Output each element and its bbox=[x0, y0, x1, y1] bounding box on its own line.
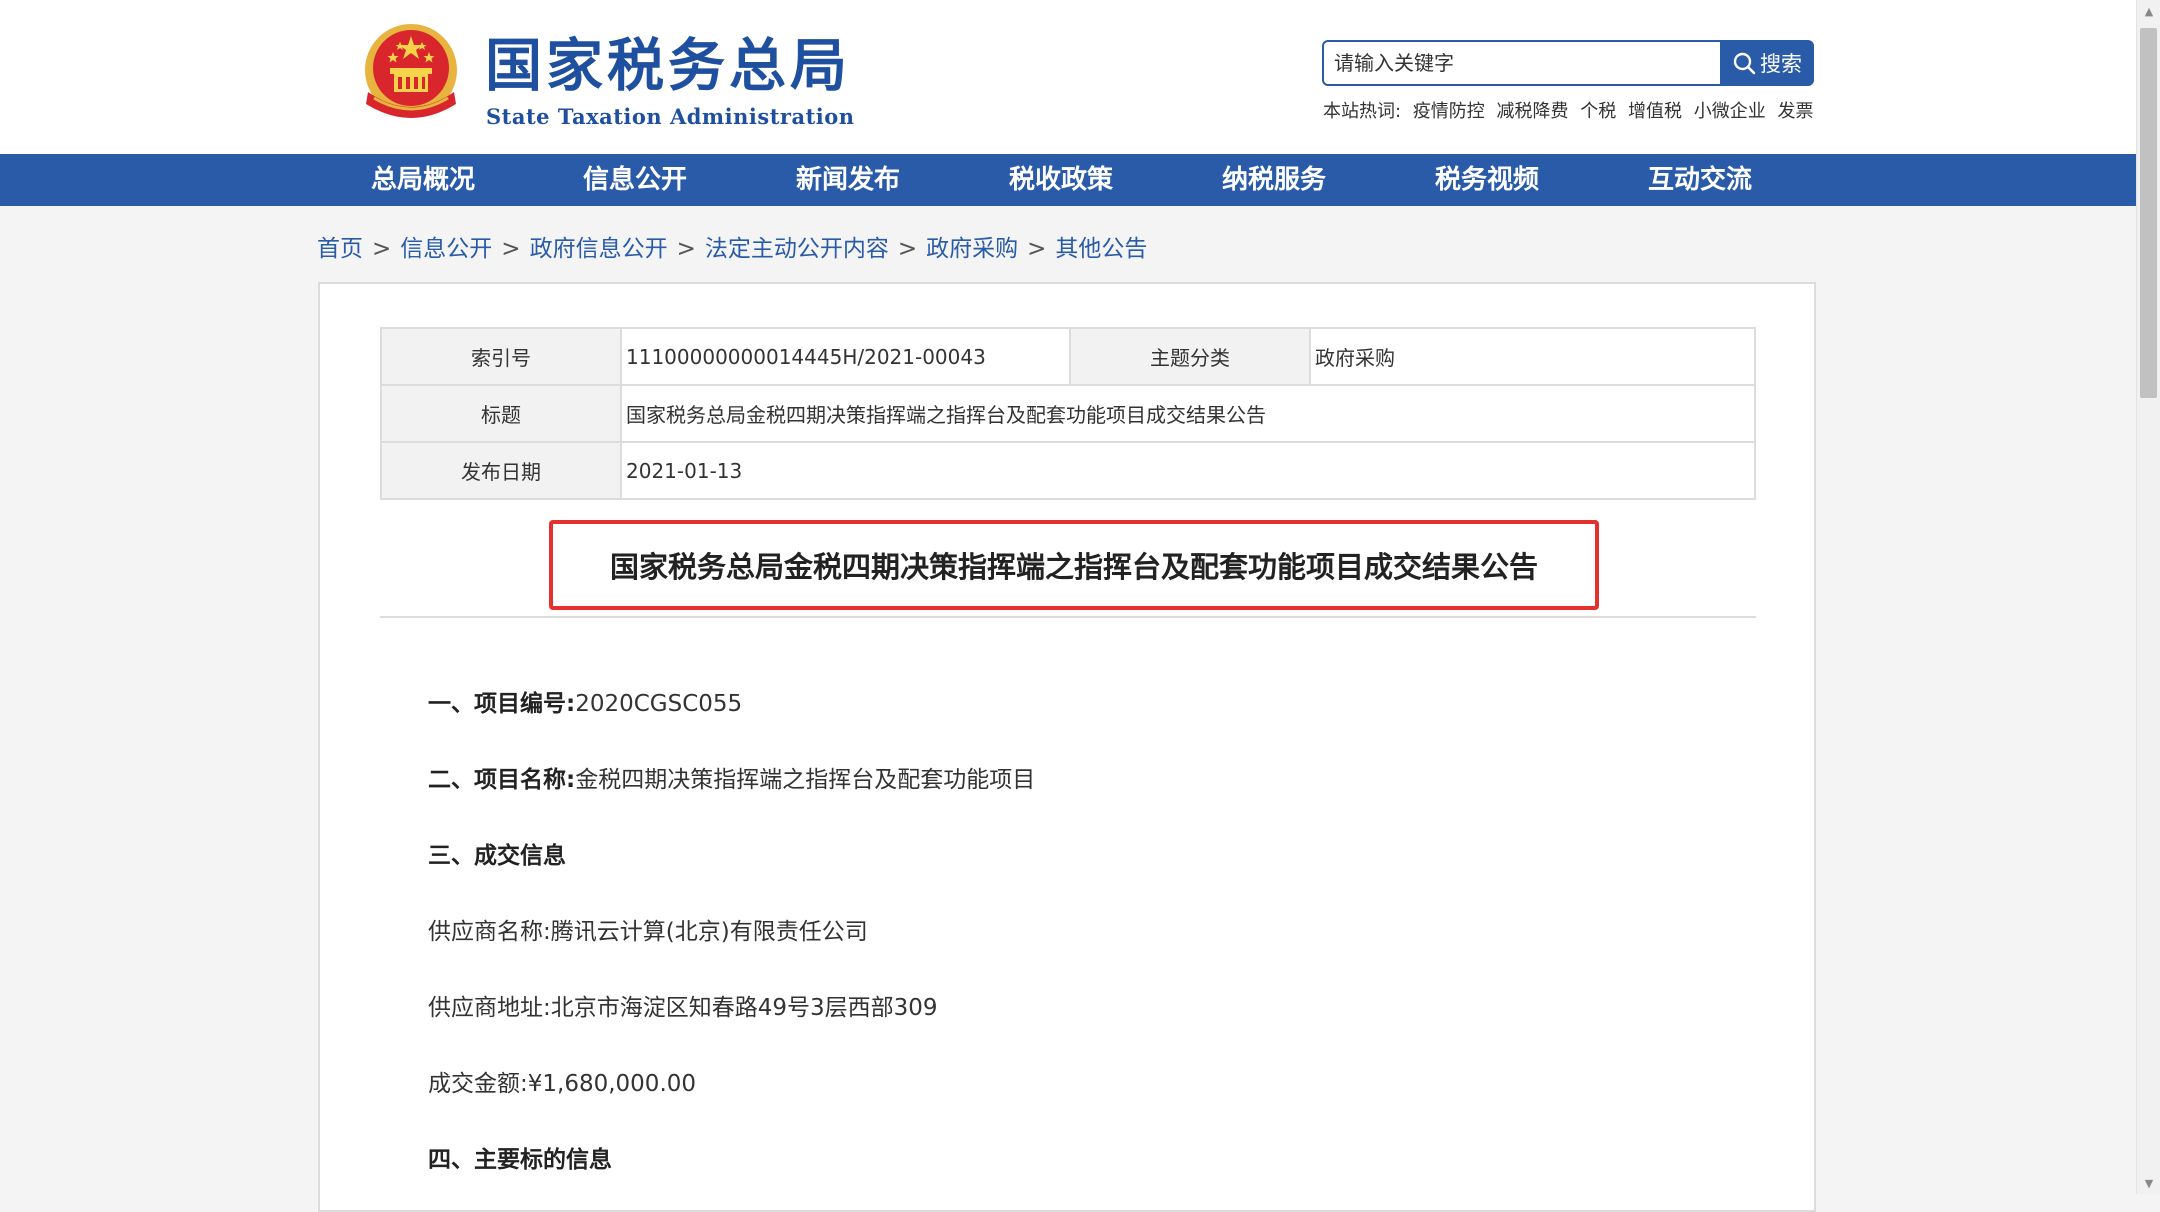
paragraph-heading: 四、主要标的信息 bbox=[428, 1147, 612, 1173]
article-paragraph: 三、成交信息 bbox=[428, 836, 566, 870]
breadcrumb: 首页 > 信息公开 > 政府信息公开 > 法定主动公开内容 > 政府采购 > 其他公告 bbox=[317, 229, 1147, 263]
nav-item-interaction[interactable]: 互动交流 bbox=[1648, 154, 1752, 206]
hot-word-link[interactable]: 小微企业 bbox=[1694, 101, 1766, 122]
breadcrumb-separator: > bbox=[372, 236, 392, 262]
breadcrumb-separator: > bbox=[501, 236, 521, 262]
title-divider bbox=[380, 616, 1756, 618]
breadcrumb-statutory[interactable]: 法定主动公开内容 bbox=[705, 236, 889, 262]
article-title-highlight: 国家税务总局金税四期决策指挥端之指挥台及配套功能项目成交结果公告 bbox=[549, 520, 1599, 610]
article-paragraph: 一、项目编号:2020CGSC055 bbox=[428, 684, 742, 718]
hot-words-label: 本站热词: bbox=[1323, 101, 1402, 122]
article-panel: 索引号 11100000000014445H/2021-00043 主题分类 政… bbox=[318, 282, 1816, 1212]
breadcrumb-separator: > bbox=[1027, 236, 1047, 262]
site-logo-english[interactable]: State Taxation Administration bbox=[486, 104, 855, 129]
publish-date-label: 发布日期 bbox=[380, 441, 622, 500]
breadcrumb-disclosure[interactable]: 信息公开 bbox=[400, 236, 492, 262]
article-paragraph: 四、主要标的信息 bbox=[428, 1140, 612, 1174]
search-icon bbox=[1733, 52, 1756, 75]
table-row: 标题 国家税务总局金税四期决策指挥端之指挥台及配套功能项目成交结果公告 bbox=[380, 384, 1756, 443]
nav-item-overview[interactable]: 总局概况 bbox=[371, 154, 475, 206]
index-number-label: 索引号 bbox=[380, 327, 622, 386]
scrollbar-thumb[interactable] bbox=[2140, 28, 2157, 398]
breadcrumb-home[interactable]: 首页 bbox=[317, 236, 363, 262]
topic-label: 主题分类 bbox=[1069, 327, 1311, 386]
site-header: 国家税务总局 State Taxation Administration 搜索 … bbox=[0, 0, 2136, 154]
breadcrumb-separator: > bbox=[676, 236, 696, 262]
table-row: 发布日期 2021-01-13 bbox=[380, 441, 1756, 500]
page-scrollbar[interactable]: ▲ ▼ bbox=[2136, 0, 2160, 1194]
hot-word-link[interactable]: 减税降费 bbox=[1497, 101, 1569, 122]
search-box: 搜索 bbox=[1322, 40, 1814, 86]
nav-item-tax-video[interactable]: 税务视频 bbox=[1435, 154, 1539, 206]
deal-amount: 成交金额:¥1,680,000.00 bbox=[428, 1071, 697, 1097]
search-button[interactable]: 搜索 bbox=[1720, 40, 1814, 86]
search-input[interactable] bbox=[1322, 40, 1722, 86]
article-paragraph: 二、项目名称:金税四期决策指挥端之指挥台及配套功能项目 bbox=[428, 760, 1035, 794]
supplier-name: 供应商名称:腾讯云计算(北京)有限责任公司 bbox=[428, 919, 868, 945]
national-emblem-icon[interactable] bbox=[360, 22, 462, 132]
project-name: 金税四期决策指挥端之指挥台及配套功能项目 bbox=[575, 767, 1036, 793]
hot-words: 本站热词: 疫情防控 减税降费 个税 增值税 小微企业 发票 bbox=[1323, 97, 1819, 123]
supplier-address: 供应商地址:北京市海淀区知春路49号3层西部309 bbox=[428, 995, 938, 1021]
breadcrumb-other-notices[interactable]: 其他公告 bbox=[1055, 236, 1147, 262]
article-title: 国家税务总局金税四期决策指挥端之指挥台及配套功能项目成交结果公告 bbox=[609, 550, 1538, 584]
project-number: 2020CGSC055 bbox=[575, 691, 743, 717]
site-logo-text[interactable]: 国家税务总局 bbox=[485, 38, 851, 95]
meta-table: 索引号 11100000000014445H/2021-00043 主题分类 政… bbox=[380, 327, 1756, 500]
hot-word-link[interactable]: 个税 bbox=[1580, 101, 1616, 122]
nav-item-news[interactable]: 新闻发布 bbox=[796, 154, 900, 206]
paragraph-heading: 二、项目名称: bbox=[428, 767, 576, 793]
hot-word-link[interactable]: 发票 bbox=[1777, 101, 1813, 122]
breadcrumb-separator: > bbox=[897, 236, 918, 262]
title-value: 国家税务总局金税四期决策指挥端之指挥台及配套功能项目成交结果公告 bbox=[620, 384, 1756, 443]
title-label: 标题 bbox=[380, 384, 622, 443]
search-button-label: 搜索 bbox=[1760, 52, 1802, 76]
breadcrumb-procurement[interactable]: 政府采购 bbox=[926, 236, 1018, 262]
scroll-up-arrow-icon[interactable]: ▲ bbox=[2137, 0, 2160, 22]
nav-item-disclosure[interactable]: 信息公开 bbox=[583, 154, 687, 206]
paragraph-heading: 三、成交信息 bbox=[428, 843, 566, 869]
hot-word-link[interactable]: 疫情防控 bbox=[1413, 101, 1485, 122]
topic-value: 政府采购 bbox=[1309, 327, 1756, 386]
publish-date-value: 2021-01-13 bbox=[620, 441, 1756, 500]
nav-item-tax-policy[interactable]: 税收政策 bbox=[1009, 154, 1113, 206]
index-number-value: 11100000000014445H/2021-00043 bbox=[620, 327, 1071, 386]
scroll-down-arrow-icon[interactable]: ▼ bbox=[2137, 1172, 2160, 1194]
breadcrumb-gov-info[interactable]: 政府信息公开 bbox=[530, 236, 668, 262]
nav-item-taxpayer-service[interactable]: 纳税服务 bbox=[1222, 154, 1326, 206]
paragraph-heading: 一、项目编号: bbox=[428, 691, 576, 717]
hot-word-link[interactable]: 增值税 bbox=[1628, 101, 1682, 122]
main-nav: 总局概况 信息公开 新闻发布 税收政策 纳税服务 税务视频 互动交流 bbox=[0, 154, 2136, 206]
table-row: 索引号 11100000000014445H/2021-00043 主题分类 政… bbox=[380, 327, 1756, 386]
